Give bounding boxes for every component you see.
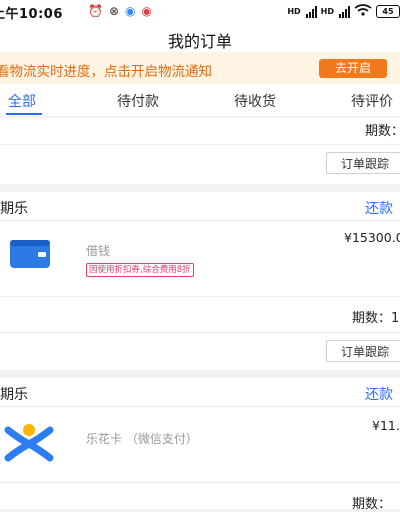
order-card[interactable]: 分期乐 还款 乐花卡 （微信支付） ¥11.00 期数：	[0, 378, 400, 512]
lehua-card-icon	[4, 424, 54, 462]
network-type-label: HD	[287, 7, 301, 16]
wallet-icon	[10, 240, 50, 268]
status-notification-icons: ⏰ ⊗ ◉ ◉	[88, 4, 152, 18]
tab-pending-payment[interactable]: 待付款	[117, 91, 159, 111]
status-time: 上午10:06	[0, 7, 63, 22]
tab-pending-receipt[interactable]: 待收货	[234, 91, 276, 111]
wifi-icon	[354, 4, 372, 19]
repay-link[interactable]: 还款	[365, 384, 393, 404]
title-bar: 我的订单	[0, 24, 400, 52]
page-title: 我的订单	[167, 32, 232, 51]
tab-pending-review[interactable]: 待评价	[351, 91, 393, 111]
installments-label: 期数：	[352, 497, 392, 512]
tab-all[interactable]: 全部	[8, 91, 36, 111]
message-notify-icon: ◉	[141, 4, 152, 18]
logistics-notice-banner: 看物流实时进度，点击开启物流通知 去开启	[0, 52, 400, 84]
app-notify-icon: ◉	[125, 4, 136, 18]
status-bar: 上午10:06 ⏰ ⊗ ◉ ◉ HD HD 45	[0, 0, 400, 24]
signal-icon	[305, 5, 317, 18]
merchant-name: 分期乐	[0, 387, 28, 403]
order-track-button[interactable]: 订单跟踪	[326, 340, 400, 362]
network-type-label-2: HD	[320, 7, 334, 16]
order-tabs: 全部 待付款 待收货 待评价	[0, 84, 400, 116]
divider	[0, 332, 400, 333]
order-card[interactable]: 分期乐 还款 借钱 因使用折扣券,综合费用8折 ¥15300.00 期数：1 订…	[0, 192, 400, 370]
product-name: 乐花卡 （微信支付）	[86, 432, 198, 446]
repay-link[interactable]: 还款	[365, 198, 393, 218]
status-right: HD HD 45	[287, 4, 400, 19]
divider	[0, 296, 400, 297]
merchant-name: 分期乐	[0, 201, 28, 217]
order-track-button[interactable]: 订单跟踪	[326, 152, 400, 174]
order-price: ¥15300.00	[344, 230, 400, 245]
signal-icon-2	[339, 5, 350, 18]
installments-label: 期数：1	[352, 311, 400, 326]
product-name: 借钱	[86, 244, 111, 258]
divider	[0, 482, 400, 483]
notice-text: 看物流实时进度，点击开启物流通知	[0, 64, 212, 80]
enable-notification-button[interactable]: 去开启	[319, 59, 387, 78]
discount-tag: 因使用折扣券,综合费用8折	[86, 263, 194, 277]
installments-label: 期数：1	[365, 124, 400, 139]
divider	[0, 144, 400, 145]
order-price: ¥11.00	[372, 418, 400, 433]
product-thumbnail	[0, 416, 74, 468]
link-icon: ⊗	[108, 4, 120, 18]
product-thumbnail	[0, 228, 74, 280]
divider	[0, 406, 400, 407]
active-tab-indicator	[6, 113, 42, 115]
battery-icon: 45	[376, 5, 400, 18]
divider	[0, 220, 400, 221]
order-card[interactable]: 期数：1 订单跟踪	[0, 118, 400, 184]
alarm-icon: ⏰	[88, 4, 103, 18]
